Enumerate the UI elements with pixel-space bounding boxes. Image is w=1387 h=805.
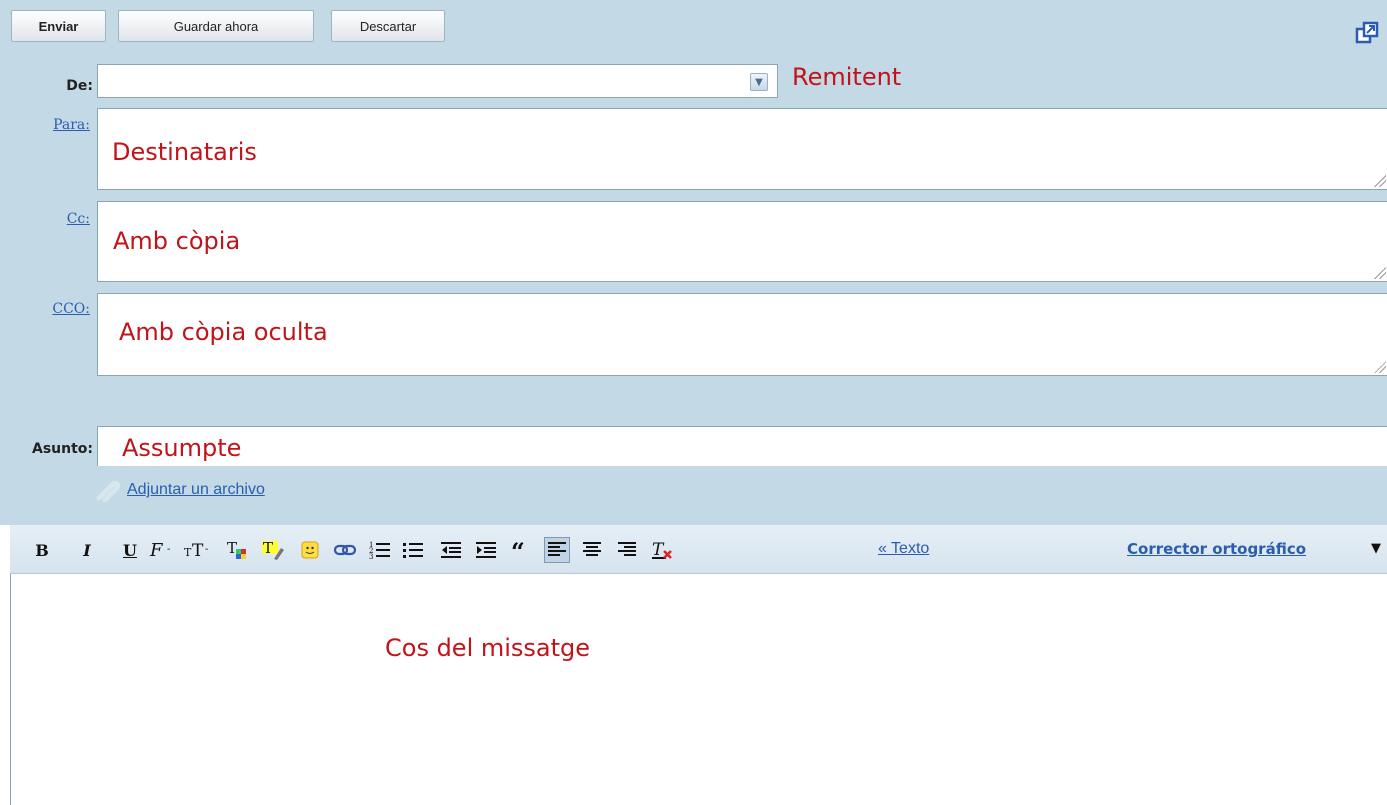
discard-button[interactable]: Descartar: [331, 10, 445, 42]
paperclip-icon: [96, 478, 122, 503]
svg-text:F: F: [149, 540, 164, 560]
body-annotation: Cos del missatge: [385, 634, 591, 662]
svg-text:3: 3: [369, 553, 373, 560]
font-size-icon[interactable]: TT-: [183, 538, 213, 562]
align-center-icon[interactable]: [580, 538, 604, 562]
to-annotation: Destinataris: [112, 138, 257, 166]
numbered-list-icon[interactable]: 123: [368, 538, 392, 562]
cc-annotation: Amb còpia: [113, 227, 241, 255]
highlight-icon[interactable]: T: [261, 538, 285, 562]
remove-formatting-icon[interactable]: T: [651, 538, 675, 562]
italic-icon[interactable]: I: [75, 538, 99, 562]
subject-field[interactable]: [97, 426, 1387, 466]
from-annotation: Remitent: [792, 63, 902, 91]
chevron-down-icon[interactable]: ▼: [750, 73, 768, 91]
resize-grip-icon[interactable]: [1374, 175, 1386, 187]
emoticon-icon[interactable]: [298, 538, 322, 562]
bcc-link[interactable]: CCO:: [20, 301, 90, 317]
bcc-annotation: Amb còpia oculta: [119, 318, 328, 346]
message-body-editor[interactable]: [10, 574, 1387, 805]
text-color-icon[interactable]: T: [226, 538, 250, 562]
cc-field[interactable]: [97, 201, 1387, 282]
svg-text:“: “: [511, 540, 525, 560]
svg-text:-: -: [167, 544, 170, 555]
cc-link[interactable]: Cc:: [20, 211, 90, 227]
chevron-down-icon[interactable]: ▼: [1371, 541, 1381, 556]
formatting-toolbar: B I U F- TT- T T 123 “ T « Texto Correct…: [10, 525, 1387, 574]
outdent-icon[interactable]: [439, 538, 463, 562]
subject-label: Asunto:: [31, 441, 93, 457]
popout-window-icon[interactable]: [1355, 21, 1379, 45]
plain-text-link[interactable]: « Texto: [878, 540, 929, 558]
link-icon[interactable]: [333, 538, 357, 562]
bullet-list-icon[interactable]: [401, 538, 425, 562]
send-button[interactable]: Enviar: [11, 10, 106, 42]
svg-text:T: T: [227, 539, 237, 557]
spellcheck-link[interactable]: Corrector ortográfico: [1127, 540, 1306, 558]
resize-grip-icon[interactable]: [1374, 361, 1386, 373]
save-now-button[interactable]: Guardar ahora: [118, 10, 314, 42]
font-icon[interactable]: F-: [148, 538, 178, 562]
subject-annotation: Assumpte: [122, 434, 242, 462]
to-field[interactable]: [97, 108, 1387, 190]
underline-icon[interactable]: U: [118, 538, 142, 562]
svg-text:T: T: [263, 539, 273, 557]
from-select[interactable]: ▼: [97, 64, 778, 98]
align-left-icon[interactable]: [544, 537, 570, 563]
quote-icon[interactable]: “: [509, 538, 533, 562]
to-link[interactable]: Para:: [20, 117, 90, 133]
svg-text:-: -: [205, 544, 208, 555]
svg-text:T: T: [192, 541, 204, 560]
align-right-icon[interactable]: [615, 538, 639, 562]
resize-grip-icon[interactable]: [1374, 267, 1386, 279]
from-label: De:: [66, 78, 93, 94]
indent-icon[interactable]: [474, 538, 498, 562]
bold-icon[interactable]: B: [30, 538, 54, 562]
attach-file-link[interactable]: Adjuntar un archivo: [127, 481, 265, 499]
svg-text:T: T: [184, 546, 192, 559]
